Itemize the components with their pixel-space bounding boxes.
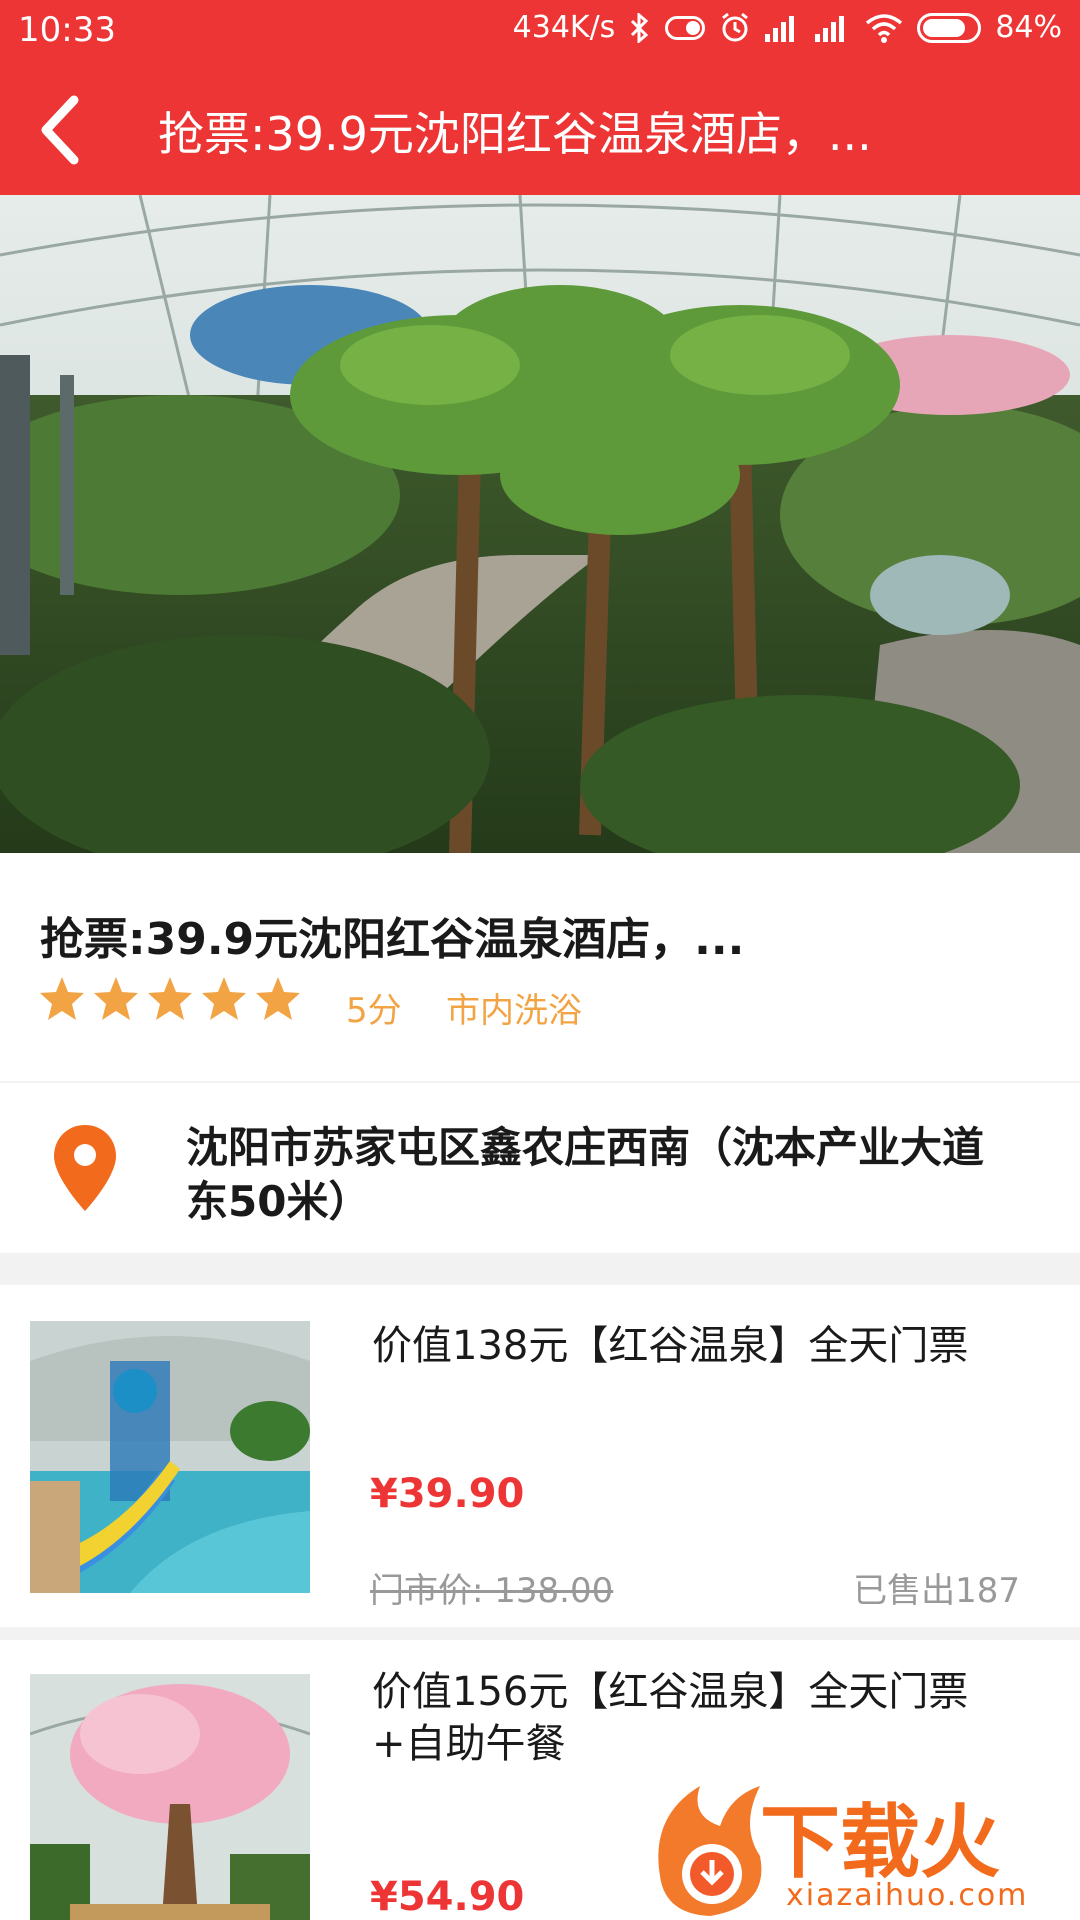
- rating-stars: [38, 975, 302, 1023]
- page-title: 抢票:39.9元沈阳红谷温泉酒店，...: [158, 107, 872, 161]
- wifi-icon: [865, 13, 903, 43]
- ticket-name: 价值156元【红谷温泉】全天门票+自助午餐: [372, 1669, 969, 1767]
- star-icon: [94, 977, 138, 1020]
- hero-image[interactable]: [0, 195, 1080, 853]
- location-pin-icon: [54, 1125, 116, 1211]
- star-icon: [40, 977, 84, 1020]
- battery-level: 84%: [995, 10, 1062, 45]
- signal-icon-2: [815, 14, 851, 42]
- battery-icon: [917, 12, 982, 43]
- ticket-thumbnail: [30, 1321, 310, 1593]
- status-icons: 434K/s 84%: [513, 10, 1062, 45]
- status-bar: 10:33 434K/s 84%: [0, 0, 1080, 62]
- ticket-price: ¥54.90: [370, 1874, 525, 1920]
- network-speed: 434K/s: [512, 10, 616, 45]
- alarm-icon: [719, 12, 751, 44]
- back-arrow-icon: [41, 95, 79, 165]
- blossom-tree-photo: [30, 1674, 310, 1920]
- app-bar: 抢票:39.9元沈阳红谷温泉酒店，...: [0, 62, 1080, 195]
- rating-score: 5分: [346, 991, 402, 1031]
- watermark-domain: xiazaihuo.com: [786, 1878, 1029, 1913]
- back-button[interactable]: [30, 90, 100, 170]
- ticket-original-price: 门市价: 138.00: [370, 1571, 614, 1611]
- bluetooth-icon: [629, 12, 651, 43]
- ticket-item[interactable]: 价值138元【红谷温泉】全天门票 ¥39.90 门市价: 138.00 已售出1…: [0, 1285, 1080, 1627]
- star-icon: [202, 977, 246, 1020]
- address-row[interactable]: 沈阳市苏家屯区鑫农庄西南（沈本产业大道东50米）: [0, 1083, 1080, 1253]
- toggle-icon: [665, 15, 706, 40]
- star-icon: [148, 977, 192, 1020]
- watermark-logo: 下载火 xiazaihuo.com: [640, 1776, 1080, 1920]
- deal-info: 抢票:39.9元沈阳红谷温泉酒店，... 5分 市内洗浴: [0, 853, 1080, 1081]
- ticket-thumbnail: [30, 1674, 310, 1920]
- ticket-name: 价值138元【红谷温泉】全天门票: [372, 1323, 969, 1369]
- address-text: 沈阳市苏家屯区鑫农庄西南（沈本产业大道东50米）: [186, 1123, 985, 1226]
- greenhouse-garden-photo: [0, 195, 1080, 853]
- ticket-sold-count: 已售出187: [853, 1571, 1020, 1611]
- star-icon: [256, 977, 300, 1020]
- deal-title: 抢票:39.9元沈阳红谷温泉酒店，...: [40, 914, 745, 965]
- ticket-price: ¥39.90: [370, 1471, 525, 1517]
- category-tag[interactable]: 市内洗浴: [446, 983, 582, 1032]
- signal-icon-1: [765, 14, 801, 42]
- status-time: 10:33: [18, 10, 116, 50]
- watermark-brand: 下载火: [760, 1796, 1000, 1889]
- water-park-photo: [30, 1321, 310, 1593]
